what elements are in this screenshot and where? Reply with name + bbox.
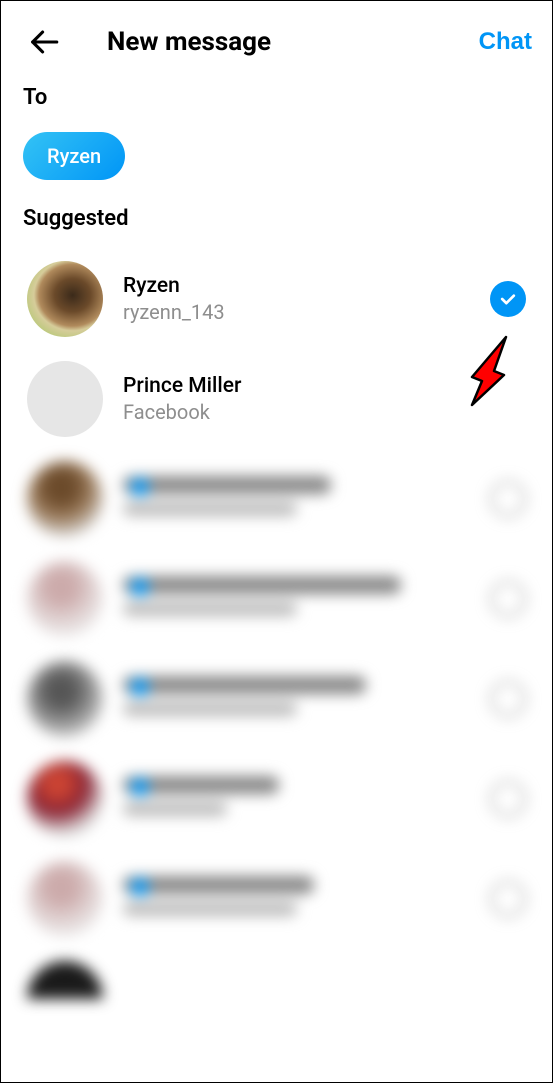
verified-badge-icon (131, 778, 149, 796)
to-section: To (1, 75, 552, 116)
contact-name-blurred (123, 876, 314, 894)
contact-item-blurred[interactable] (1, 749, 552, 849)
avatar (27, 661, 103, 737)
header: New message Chat (1, 1, 552, 75)
contact-text (123, 576, 470, 622)
contact-name-blurred (123, 576, 401, 594)
chat-button[interactable]: Chat (479, 28, 532, 56)
back-button[interactable] (21, 19, 67, 65)
unselected-checkbox[interactable] (490, 781, 526, 817)
contact-text (123, 676, 470, 722)
page-title: New message (107, 27, 479, 57)
contact-subtitle-blurred (123, 902, 297, 916)
contact-subtitle: ryzenn_143 (123, 300, 470, 324)
unselected-checkbox[interactable] (490, 681, 526, 717)
contact-name: Prince Miller (123, 374, 526, 398)
contact-subtitle-blurred (123, 702, 297, 716)
contact-item-blurred[interactable] (1, 449, 552, 549)
verified-badge-icon (131, 678, 149, 696)
verified-badge-icon (131, 478, 149, 496)
recipient-chips: Ryzen (1, 116, 552, 200)
contact-item-blurred[interactable] (1, 949, 552, 999)
selected-checkmark-icon[interactable] (490, 281, 526, 317)
verified-badge-icon (131, 578, 149, 596)
arrow-left-icon (27, 25, 61, 59)
contact-text: Prince Miller Facebook (123, 374, 526, 424)
unselected-checkbox[interactable] (490, 881, 526, 917)
contact-item-ryzen[interactable]: Ryzen ryzenn_143 (1, 249, 552, 349)
unselected-checkbox[interactable] (490, 581, 526, 617)
contact-item-blurred[interactable] (1, 549, 552, 649)
contact-list: Ryzen ryzenn_143 Prince Miller Facebook (1, 249, 552, 999)
avatar (27, 961, 103, 999)
contact-subtitle-blurred (123, 502, 297, 516)
avatar (27, 361, 103, 437)
contact-subtitle-blurred (123, 802, 227, 816)
contact-item-blurred[interactable] (1, 649, 552, 749)
contact-name: Ryzen (123, 274, 470, 298)
contact-item-prince-miller[interactable]: Prince Miller Facebook (1, 349, 552, 449)
avatar (27, 261, 103, 337)
contact-text: Ryzen ryzenn_143 (123, 274, 470, 324)
contact-name-blurred (123, 676, 366, 694)
contact-subtitle-blurred (123, 602, 297, 616)
contact-text (123, 476, 470, 522)
recipient-chip[interactable]: Ryzen (23, 132, 125, 180)
verified-badge-icon (131, 878, 149, 896)
contact-item-blurred[interactable] (1, 849, 552, 949)
avatar (27, 861, 103, 937)
avatar (27, 561, 103, 637)
avatar (27, 761, 103, 837)
contact-name-blurred (123, 776, 279, 794)
contact-text (123, 776, 470, 822)
suggested-label: Suggested (1, 200, 552, 249)
contact-text (123, 876, 470, 922)
to-label: To (23, 85, 530, 110)
avatar (27, 461, 103, 537)
contact-name-blurred (123, 476, 331, 494)
unselected-checkbox[interactable] (490, 481, 526, 517)
contact-subtitle: Facebook (123, 400, 526, 424)
check-icon (498, 289, 518, 309)
